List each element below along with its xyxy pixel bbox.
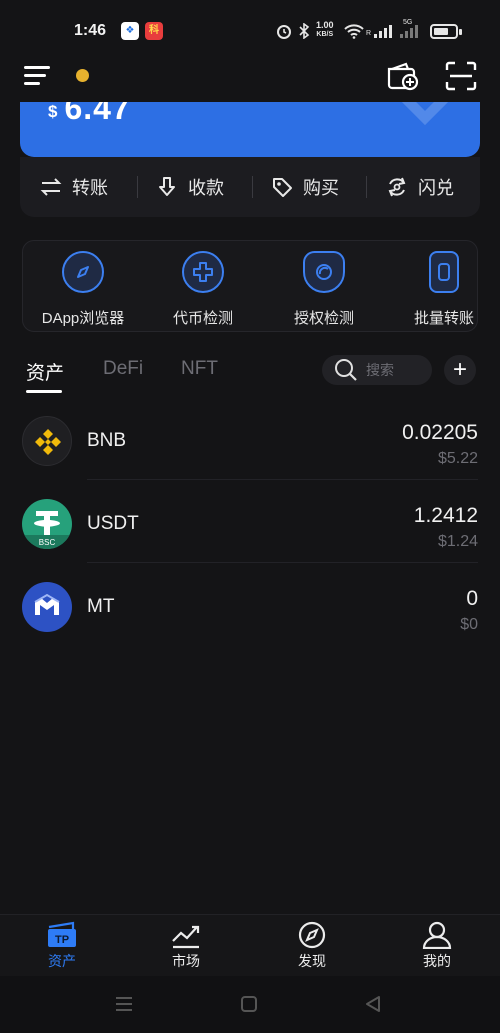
- wifi-icon: [344, 24, 364, 39]
- batch-icon: [429, 251, 459, 293]
- token-usd-value: $5.22: [437, 450, 478, 467]
- row-divider: [87, 562, 478, 563]
- balance-amount: $6.47: [48, 102, 131, 127]
- receive-button[interactable]: 收款: [156, 157, 224, 217]
- token-check-label: 代币检测: [172, 310, 233, 327]
- nav-profile-label: 我的: [423, 953, 451, 969]
- search-icon: [335, 359, 357, 381]
- nav-discover[interactable]: 发现: [272, 921, 352, 971]
- network-status-dot[interactable]: [76, 69, 89, 82]
- recent-apps-icon[interactable]: [114, 996, 134, 1012]
- token-usd-value: $1.24: [437, 533, 478, 550]
- transfer-button[interactable]: 转账: [40, 157, 108, 217]
- battery-icon: [430, 24, 462, 39]
- balance-currency: $: [48, 102, 59, 121]
- bnb-watermark-icon: [401, 102, 449, 126]
- divider: [252, 176, 253, 198]
- sim-label-2: 5G: [403, 19, 413, 26]
- token-amount: 0: [466, 587, 478, 610]
- swap-button[interactable]: 闪兑: [386, 157, 454, 217]
- market-chart-icon: [172, 925, 200, 949]
- approval-check-tool[interactable]: 授权检测: [269, 251, 379, 328]
- search-placeholder: 搜索: [366, 362, 394, 378]
- divider: [137, 176, 138, 198]
- approval-check-label: 授权检测: [293, 310, 354, 327]
- token-row-bnb[interactable]: BNB 0.02205 $5.22: [0, 416, 500, 499]
- app-notification-icon-2: 科: [145, 22, 163, 40]
- add-wallet-icon[interactable]: [386, 60, 420, 92]
- bnb-logo-icon: [22, 416, 72, 466]
- network-speed-unit: KB/S: [316, 31, 334, 38]
- home-icon[interactable]: [240, 995, 258, 1013]
- shield-icon: [303, 251, 345, 293]
- back-icon[interactable]: [364, 995, 382, 1013]
- swap-icon: [388, 177, 406, 197]
- token-symbol: MT: [87, 596, 115, 617]
- wallet-header: [0, 58, 500, 98]
- nav-assets[interactable]: TP 资产: [22, 921, 102, 971]
- token-amount: 1.2412: [413, 504, 478, 527]
- discover-compass-icon: [298, 921, 326, 949]
- nav-assets-label: 资产: [48, 953, 76, 969]
- token-search-input[interactable]: 搜索: [322, 355, 432, 385]
- menu-icon[interactable]: [24, 65, 52, 87]
- signal-icon: [374, 25, 392, 38]
- sim-label: R: [366, 30, 372, 37]
- token-usd-value: $0: [460, 616, 478, 633]
- nav-market-label: 市场: [172, 953, 200, 969]
- tools-panel: DApp浏览器 代币检测 授权检测 批量转账: [22, 240, 478, 332]
- nav-market[interactable]: 市场: [146, 921, 226, 971]
- tp-wallet-icon-text: TP: [55, 934, 69, 946]
- dapp-browser-label: DApp浏览器: [41, 310, 125, 327]
- buy-button[interactable]: 购买: [271, 157, 339, 217]
- bluetooth-icon: [299, 23, 310, 39]
- receive-label: 收款: [188, 178, 224, 198]
- usdt-logo-icon: BSC: [22, 499, 72, 549]
- token-check-tool[interactable]: 代币检测: [148, 251, 258, 328]
- system-navigation-bar: [0, 976, 500, 1033]
- divider: [366, 176, 367, 198]
- batch-transfer-label: 批量转账: [413, 310, 474, 327]
- quick-actions: 转账 收款 购买 闪兑: [20, 157, 480, 217]
- alarm-icon: [277, 25, 291, 39]
- buy-label: 购买: [303, 178, 339, 198]
- buy-tag-icon: [273, 178, 292, 197]
- dapp-browser-tool[interactable]: DApp浏览器: [28, 251, 138, 328]
- network-speed: 1.00 KB/S: [316, 21, 334, 39]
- batch-transfer-tool[interactable]: 批量转账: [389, 251, 499, 328]
- token-symbol: BNB: [87, 430, 127, 451]
- compass-icon: [62, 251, 104, 293]
- profile-icon: [422, 921, 452, 949]
- app-notification-icon: ❖: [121, 22, 139, 40]
- nav-discover-label: 发现: [298, 953, 326, 969]
- tab-defi[interactable]: DeFi: [103, 358, 143, 380]
- plus-scan-icon: [182, 251, 224, 293]
- add-token-button[interactable]: +: [444, 355, 476, 385]
- nav-profile[interactable]: 我的: [397, 921, 477, 971]
- scan-icon[interactable]: [444, 60, 478, 92]
- active-tab-indicator: [26, 390, 62, 393]
- status-bar: 1:46 ❖ 科 1.00 KB/S R 5G: [0, 0, 500, 58]
- token-symbol: USDT: [87, 513, 139, 534]
- balance-value: 6.47: [64, 102, 131, 126]
- tp-wallet-icon: TP: [48, 921, 76, 947]
- token-row-usdt[interactable]: BSC USDT 1.2412 $1.24: [0, 499, 500, 582]
- status-time: 1:46: [74, 22, 107, 39]
- usdt-chain-badge: BSC: [39, 538, 56, 547]
- tab-nft[interactable]: NFT: [181, 358, 218, 380]
- swap-label: 闪兑: [418, 178, 454, 198]
- tab-assets[interactable]: 资产: [26, 358, 64, 385]
- bottom-nav: TP 资产 市场 发现 我的: [0, 914, 500, 976]
- balance-card[interactable]: $6.47: [20, 102, 480, 157]
- token-row-mt[interactable]: MT 0 $0: [0, 582, 500, 665]
- signal-icon-2: [400, 25, 418, 38]
- mt-logo-icon: [22, 582, 72, 632]
- network-speed-value: 1.00: [316, 20, 334, 30]
- transfer-label: 转账: [72, 178, 108, 198]
- transfer-icon: [40, 178, 62, 196]
- row-divider: [87, 479, 478, 480]
- token-amount: 0.02205: [402, 421, 478, 444]
- receive-icon: [159, 177, 175, 196]
